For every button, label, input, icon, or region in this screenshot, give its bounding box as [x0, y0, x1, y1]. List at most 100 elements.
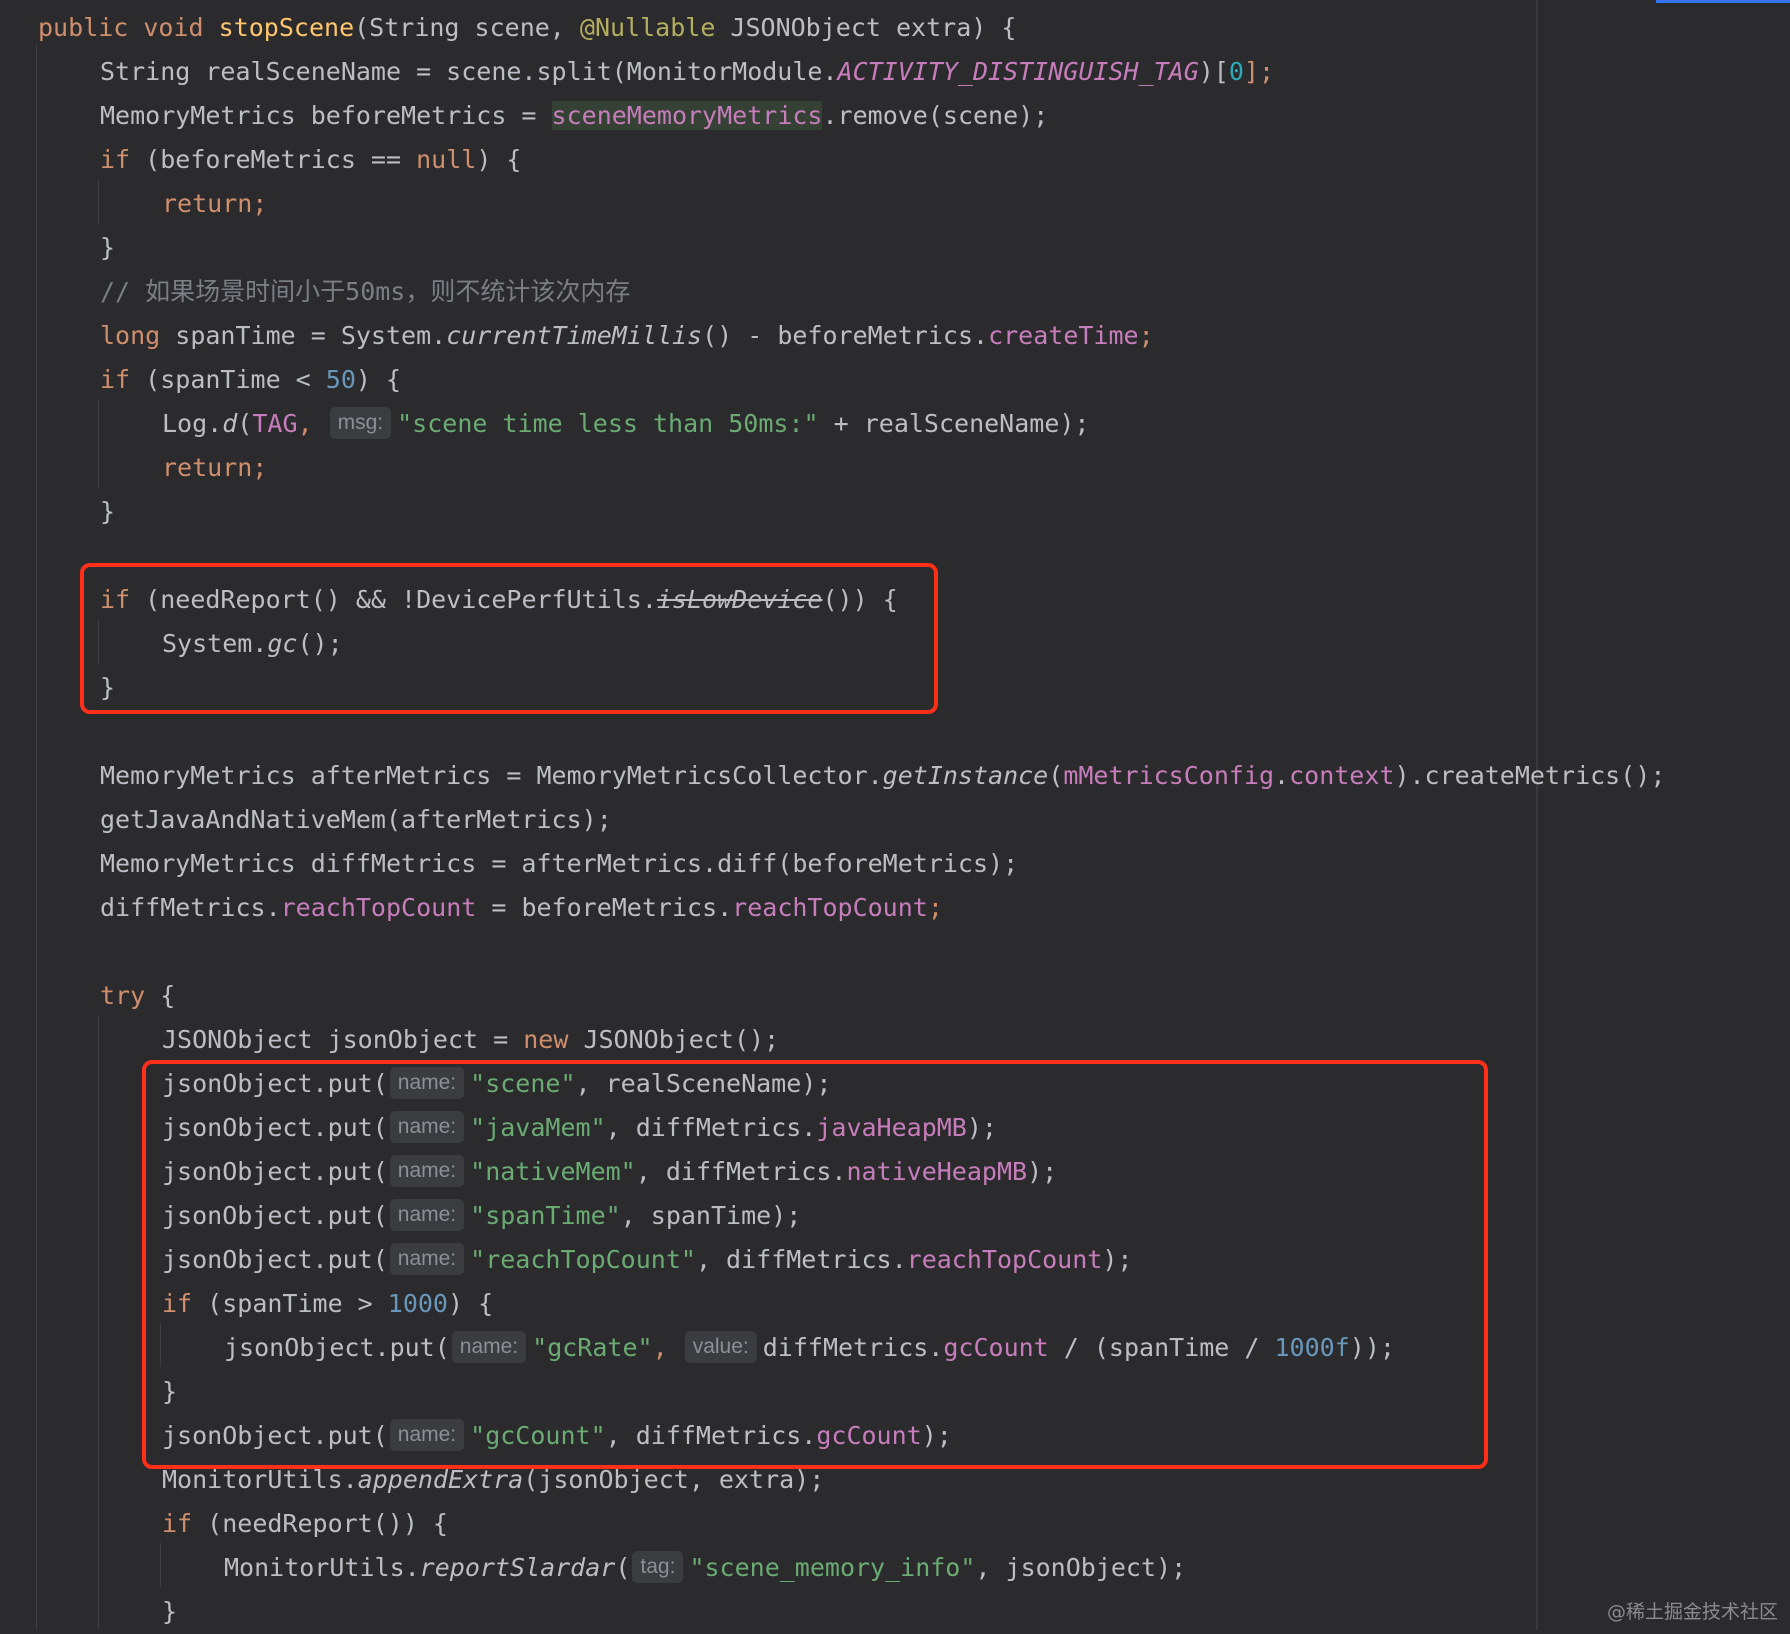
code-text: MonitorUtils. [162, 1465, 358, 1494]
string-literal: "gcRate" [532, 1333, 653, 1362]
string-literal: "scene time less than 50ms:" [397, 409, 819, 438]
static-method: getInstance [882, 761, 1049, 790]
code-line[interactable]: } [100, 666, 115, 710]
code-text: } [162, 1597, 178, 1626]
code-line[interactable]: if (needReport() && !DevicePerfUtils.isL… [100, 578, 898, 622]
code-text: ()) { [822, 585, 898, 614]
field: reachTopCount [280, 893, 477, 922]
code-line[interactable]: String realSceneName = scene.split(Monit… [100, 50, 1274, 94]
code-line[interactable]: long spanTime = System.currentTimeMillis… [100, 314, 1154, 358]
indent-guide [36, 44, 37, 1630]
code-line[interactable]: jsonObject.put(name: "gcCount", diffMetri… [162, 1414, 952, 1458]
code-line[interactable]: try { [100, 974, 175, 1018]
string-literal: "scene" [470, 1069, 576, 1098]
code-line[interactable]: } [162, 1590, 177, 1634]
code-line[interactable]: } [162, 1370, 177, 1414]
code-editor[interactable]: public void stopScene(String scene, @Nul… [0, 0, 1790, 1630]
code-line[interactable]: Log.d(TAG, msg: "scene time less than 50m… [162, 402, 1090, 446]
code-text: } [162, 1377, 178, 1406]
code-text: ); [1027, 1157, 1058, 1186]
code-line[interactable]: // 如果场景时间小于50ms，则不统计该次内存 [100, 270, 630, 314]
code-line[interactable]: } [100, 490, 115, 534]
code-text: ); [966, 1113, 997, 1142]
code-text: ); [1102, 1245, 1133, 1274]
indent-guide [98, 180, 99, 224]
keyword: if [162, 1289, 193, 1318]
number: 1000 [387, 1289, 448, 1318]
code-text: MemoryMetrics afterMetrics = MemoryMetri… [100, 761, 883, 790]
code-text: jsonObject.put( [224, 1333, 450, 1362]
field: createTime [988, 321, 1139, 350]
parameter-hint: name: [389, 1419, 465, 1451]
code-text: diffMetrics. [762, 1333, 944, 1362]
code-text: } [100, 497, 116, 526]
code-text: ) { [448, 1289, 494, 1318]
code-line[interactable]: public void stopScene(String scene, @Nul… [38, 6, 1016, 50]
keyword: if [162, 1509, 193, 1538]
field: reachTopCount [732, 893, 928, 922]
code-text: (); [297, 629, 343, 658]
static-method: d [222, 409, 238, 438]
code-line[interactable]: if (beforeMetrics == null) { [100, 138, 521, 182]
code-text: .remove(scene); [822, 101, 1049, 130]
code-text: ); [921, 1421, 952, 1450]
code-line[interactable]: MemoryMetrics beforeMetrics = sceneMemor… [100, 94, 1048, 138]
code-line[interactable]: MonitorUtils.appendExtra(jsonObject, ext… [162, 1458, 824, 1502]
indent-guide [98, 400, 99, 488]
code-line[interactable]: } [100, 226, 115, 270]
code-line[interactable]: jsonObject.put(name: "javaMem", diffMetri… [162, 1106, 997, 1150]
parameter-hint: name: [389, 1199, 465, 1231]
code-text: System. [162, 629, 268, 658]
code-line[interactable]: diffMetrics.reachTopCount = beforeMetric… [100, 886, 943, 930]
string-literal: "nativeMem" [470, 1157, 636, 1186]
code-line[interactable]: MemoryMetrics afterMetrics = MemoryMetri… [100, 754, 1665, 798]
code-line[interactable]: JSONObject jsonObject = new JSONObject()… [162, 1018, 779, 1062]
parameter-hint: name: [389, 1243, 465, 1275]
deprecated-method: isLowDevice [656, 585, 823, 614]
code-line[interactable]: return; [162, 446, 267, 490]
code-line[interactable]: MonitorUtils.reportSlardar(tag: "scene_me… [224, 1546, 1186, 1590]
code-text: (needReport()) { [192, 1509, 448, 1538]
code-text: spanTime = System. [160, 321, 447, 350]
number: 1000f [1274, 1333, 1350, 1362]
code-text: getJavaAndNativeMem(afterMetrics); [100, 805, 612, 834]
code-text: (needReport() && !DevicePerfUtils. [130, 585, 657, 614]
code-text: (spanTime > [192, 1289, 388, 1318]
code-text: ; [1138, 321, 1154, 350]
code-text: { [145, 981, 176, 1010]
code-line[interactable]: if (spanTime < 50) { [100, 358, 401, 402]
annotation: @Nullable [579, 13, 716, 42]
code-line[interactable]: return; [162, 182, 267, 226]
code-text: ( [237, 409, 253, 438]
code-line[interactable]: jsonObject.put(name: "nativeMem", diffMet… [162, 1150, 1057, 1194]
code-text: ]; [1243, 57, 1275, 86]
code-text: () - beforeMetrics. [702, 321, 989, 350]
code-line[interactable]: jsonObject.put(name: "gcRate", value: diff… [224, 1326, 1395, 1370]
code-line[interactable]: jsonObject.put(name: "spanTime", spanTime… [162, 1194, 801, 1238]
code-text: = beforeMetrics. [476, 893, 733, 922]
code-text: )); [1349, 1333, 1395, 1362]
code-text: / (spanTime / [1048, 1333, 1275, 1362]
parameter-hint: name: [389, 1111, 465, 1143]
code-line[interactable]: System.gc(); [162, 622, 343, 666]
field: gcCount [943, 1333, 1049, 1362]
code-text: MonitorUtils. [224, 1553, 420, 1582]
keyword: return; [162, 189, 268, 218]
keyword: public [38, 13, 129, 42]
code-line[interactable]: if (spanTime > 1000) { [162, 1282, 493, 1326]
number: 50 [325, 365, 356, 394]
code-line[interactable]: if (needReport()) { [162, 1502, 448, 1546]
watermark: @稀土掘金技术社区 [1606, 1601, 1778, 1623]
indent-guide [160, 1543, 161, 1587]
keyword: if [100, 585, 131, 614]
keyword: long [100, 321, 161, 350]
code-line[interactable]: getJavaAndNativeMem(afterMetrics); [100, 798, 612, 842]
code-line[interactable]: jsonObject.put(name: "reachTopCount", dif… [162, 1238, 1132, 1282]
code-line[interactable]: jsonObject.put(name: "scene", realSceneNa… [162, 1062, 831, 1106]
field: gcCount [816, 1421, 922, 1450]
code-text: } [100, 233, 116, 262]
code-text: ( [615, 1553, 631, 1582]
code-text: ).createMetrics(); [1394, 761, 1666, 790]
code-line[interactable]: MemoryMetrics diffMetrics = afterMetrics… [100, 842, 1018, 886]
field: reachTopCount [906, 1245, 1103, 1274]
